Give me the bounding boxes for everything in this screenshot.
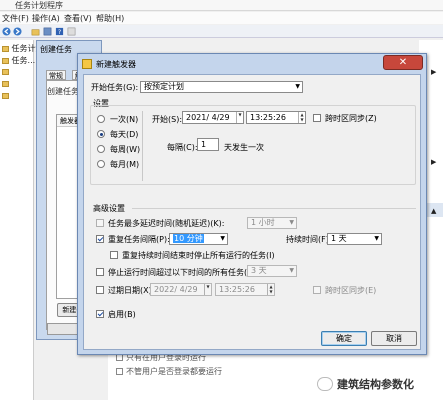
settings-divider xyxy=(142,111,143,181)
begin-task-label: 开始任务(G): xyxy=(91,83,139,92)
forward-icon[interactable] xyxy=(13,27,22,36)
back-icon[interactable] xyxy=(2,27,11,36)
watermark: 建筑结构参数化 xyxy=(317,374,443,396)
radio-daily[interactable] xyxy=(97,130,105,138)
sync-timezone-checkbox[interactable] xyxy=(313,114,321,122)
ok-button[interactable]: 确定 xyxy=(321,331,367,346)
radio xyxy=(116,368,123,375)
delay-select[interactable]: 1 小时 ▼ xyxy=(247,217,297,229)
recur-input[interactable]: 1 xyxy=(197,138,219,151)
tree-item-folder[interactable] xyxy=(2,91,9,100)
start-date-picker[interactable]: 2021/ 4/29 ▼ xyxy=(182,111,244,124)
properties-icon[interactable] xyxy=(43,27,52,36)
toolbar: ? xyxy=(0,25,443,38)
delay-label: 任务最多延迟时间(随机延迟)(K): xyxy=(108,219,225,228)
enabled-label: 启用(B) xyxy=(108,310,136,319)
cancel-button[interactable]: 取消 xyxy=(371,331,417,346)
stop-longer-label: 停止运行时间超过以下时间的所有任务(L): xyxy=(108,268,258,277)
view-icon[interactable] xyxy=(67,27,76,36)
expire-checkbox[interactable] xyxy=(96,286,104,294)
enabled-checkbox[interactable] xyxy=(96,310,104,318)
expire-sync-label: 跨时区同步(E) xyxy=(325,286,377,295)
close-button[interactable]: ✕ xyxy=(383,55,423,70)
expire-date-picker[interactable]: 2022/ 4/29 ▼ xyxy=(150,283,212,296)
menu-file[interactable]: 文件(F) xyxy=(2,13,29,24)
wechat-logo-icon xyxy=(317,377,333,391)
chevron-down-icon: ▼ xyxy=(374,235,379,242)
tree-item-folder[interactable] xyxy=(2,79,9,88)
start-label: 开始(S): xyxy=(152,115,183,124)
chevron-down-icon: ▼ xyxy=(289,267,294,274)
radio-weekly[interactable] xyxy=(97,145,105,153)
menu-action[interactable]: 操作(A) xyxy=(32,13,60,24)
navigation-tree: 任务计划... 任务... xyxy=(0,40,51,400)
chevron-down-icon: ▼ xyxy=(295,83,300,90)
spin-arrows-icon[interactable]: ▲ ▼ xyxy=(298,112,305,123)
advanced-label: 高级设置 xyxy=(93,204,125,213)
menu-view[interactable]: 查看(V) xyxy=(64,13,92,24)
radio-once[interactable] xyxy=(97,115,105,123)
stop-at-end-checkbox[interactable] xyxy=(110,251,118,259)
option-run-whether-logged[interactable]: 不管用户是否登录都要运行 xyxy=(116,366,222,377)
radio xyxy=(116,354,123,361)
stop-at-end-label: 重复持续时间结束时停止所有运行的任务(I) xyxy=(122,251,275,260)
calendar-dropdown-icon[interactable]: ▼ xyxy=(204,284,211,295)
sync-timezone-label: 跨时区同步(Z) xyxy=(325,114,377,123)
recur-label: 每隔(C): xyxy=(167,143,198,152)
dialog-title: 创建任务 xyxy=(40,45,72,54)
repeat-interval-select[interactable]: 10 分钟 ▼ xyxy=(169,233,228,245)
calendar-dropdown-icon[interactable]: ▼ xyxy=(236,112,243,123)
dialog-titlebar: 新建触发器 xyxy=(78,54,426,74)
window-title: 任务计划程序 xyxy=(15,1,63,10)
folder-icon xyxy=(2,57,9,64)
dialog-title: 新建触发器 xyxy=(96,60,136,69)
folder-icon[interactable] xyxy=(31,27,40,36)
advanced-divider xyxy=(132,208,416,209)
recur-unit: 天发生一次 xyxy=(224,143,264,152)
svg-text:?: ? xyxy=(58,29,61,36)
folder-icon xyxy=(2,80,9,87)
duration-label: 持续时间(F): xyxy=(286,235,332,244)
chevron-up-icon[interactable]: ▲ xyxy=(431,207,436,215)
start-time-picker[interactable]: 13:25:26 ▲ ▼ xyxy=(246,111,306,124)
repeat-label: 重复任务间隔(P): xyxy=(108,235,170,244)
chevron-right-icon[interactable]: ▶ xyxy=(431,68,436,76)
stop-longer-checkbox[interactable] xyxy=(96,268,104,276)
trigger-icon xyxy=(82,59,92,69)
folder-icon xyxy=(2,45,9,52)
radio-weekly-label: 每周(W) xyxy=(110,145,141,154)
chevron-down-icon: ▼ xyxy=(289,219,294,226)
chevron-down-icon: ▼ xyxy=(220,235,225,242)
radio-daily-label: 每天(D) xyxy=(110,130,139,139)
menu-help[interactable]: 帮助(H) xyxy=(96,13,124,24)
radio-monthly-label: 每月(M) xyxy=(110,160,140,169)
folder-icon xyxy=(2,92,9,99)
tree-item-folder[interactable] xyxy=(2,67,9,76)
radio-once-label: 一次(N) xyxy=(110,115,139,124)
chevron-right-icon[interactable]: ▶ xyxy=(431,158,436,166)
new-trigger-dialog: 新建触发器 ✕ 开始任务(G): 按预定计划 ▼ 设置 一次(N) 每天(D) … xyxy=(77,53,427,355)
dialog-body: 开始任务(G): 按预定计划 ▼ 设置 一次(N) 每天(D) 每周(W) 每月… xyxy=(83,74,421,350)
delay-checkbox[interactable] xyxy=(96,219,104,227)
expire-time-picker[interactable]: 13:25:26 ▲ ▼ xyxy=(215,283,275,296)
stop-longer-select[interactable]: 3 天 ▼ xyxy=(247,265,297,277)
watermark-text: 建筑结构参数化 xyxy=(337,378,414,391)
tree-item-task[interactable]: 任务... xyxy=(2,55,35,66)
spin-arrows-icon[interactable]: ▲ ▼ xyxy=(267,284,274,295)
folder-icon xyxy=(2,68,9,75)
expire-sync-checkbox[interactable] xyxy=(313,286,321,294)
help-icon[interactable]: ? xyxy=(55,27,64,36)
tab-general[interactable]: 常规 xyxy=(46,70,66,80)
expire-label: 过期日期(X): xyxy=(108,286,155,295)
duration-select[interactable]: 1 天 ▼ xyxy=(327,233,382,245)
repeat-checkbox[interactable] xyxy=(96,235,104,243)
title-bar: 任务计划程序 xyxy=(0,0,443,11)
menu-bar: 文件(F) 操作(A) 查看(V) 帮助(H) xyxy=(0,12,443,24)
begin-task-select[interactable]: 按预定计划 ▼ xyxy=(140,81,303,93)
radio-monthly[interactable] xyxy=(97,160,105,168)
